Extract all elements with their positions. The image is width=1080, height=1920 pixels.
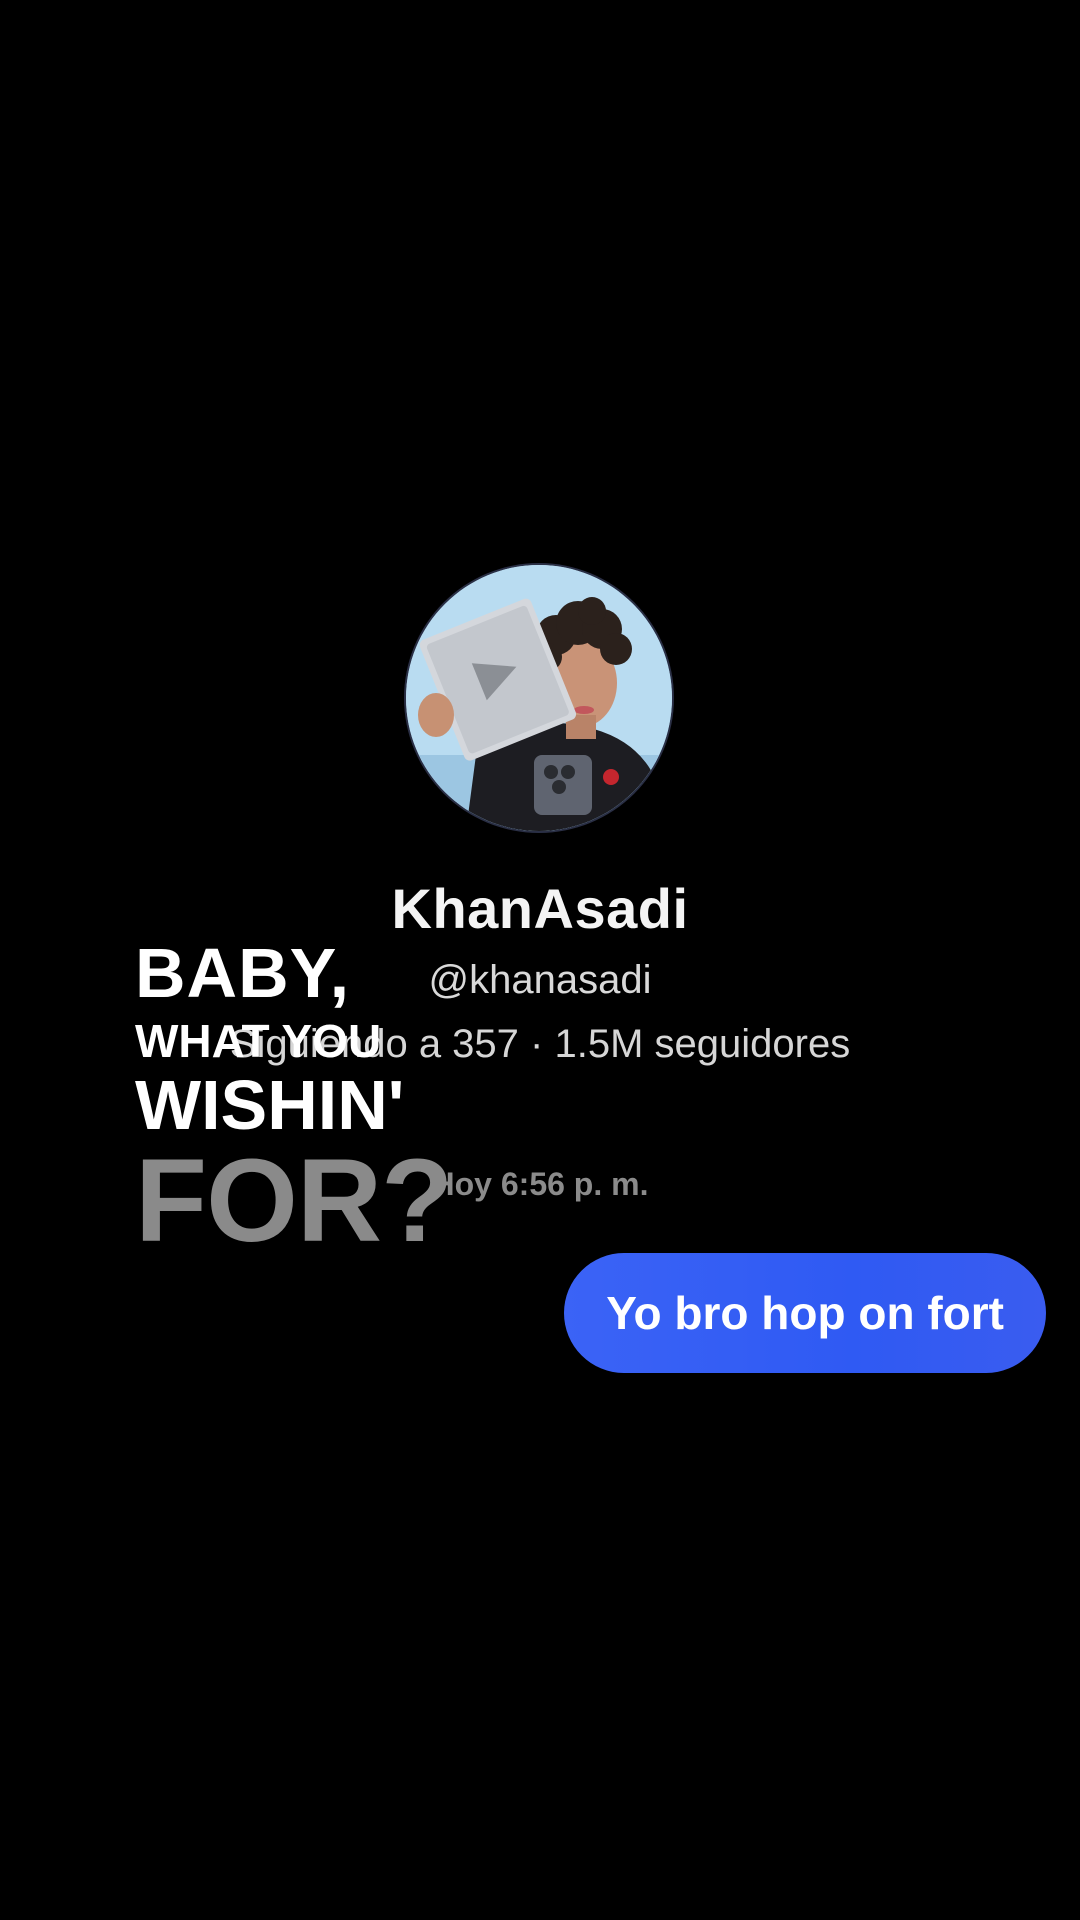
profile-avatar[interactable]	[406, 565, 672, 831]
sent-message-bubble[interactable]: Yo bro hop on fort	[564, 1253, 1046, 1373]
profile-stats: Siguiendo a 357 · 1.5M seguidores	[229, 1022, 851, 1066]
message-text: Yo bro hop on fort	[606, 1287, 1004, 1339]
profile-photo	[406, 565, 672, 831]
profile-handle: @khanasadi	[428, 958, 652, 1002]
profile-display-name: KhanAsadi	[391, 877, 689, 940]
caption-line-3: WISHIN'	[135, 1066, 405, 1144]
message-timestamp: Hoy 6:56 p. m.	[431, 1166, 649, 1202]
